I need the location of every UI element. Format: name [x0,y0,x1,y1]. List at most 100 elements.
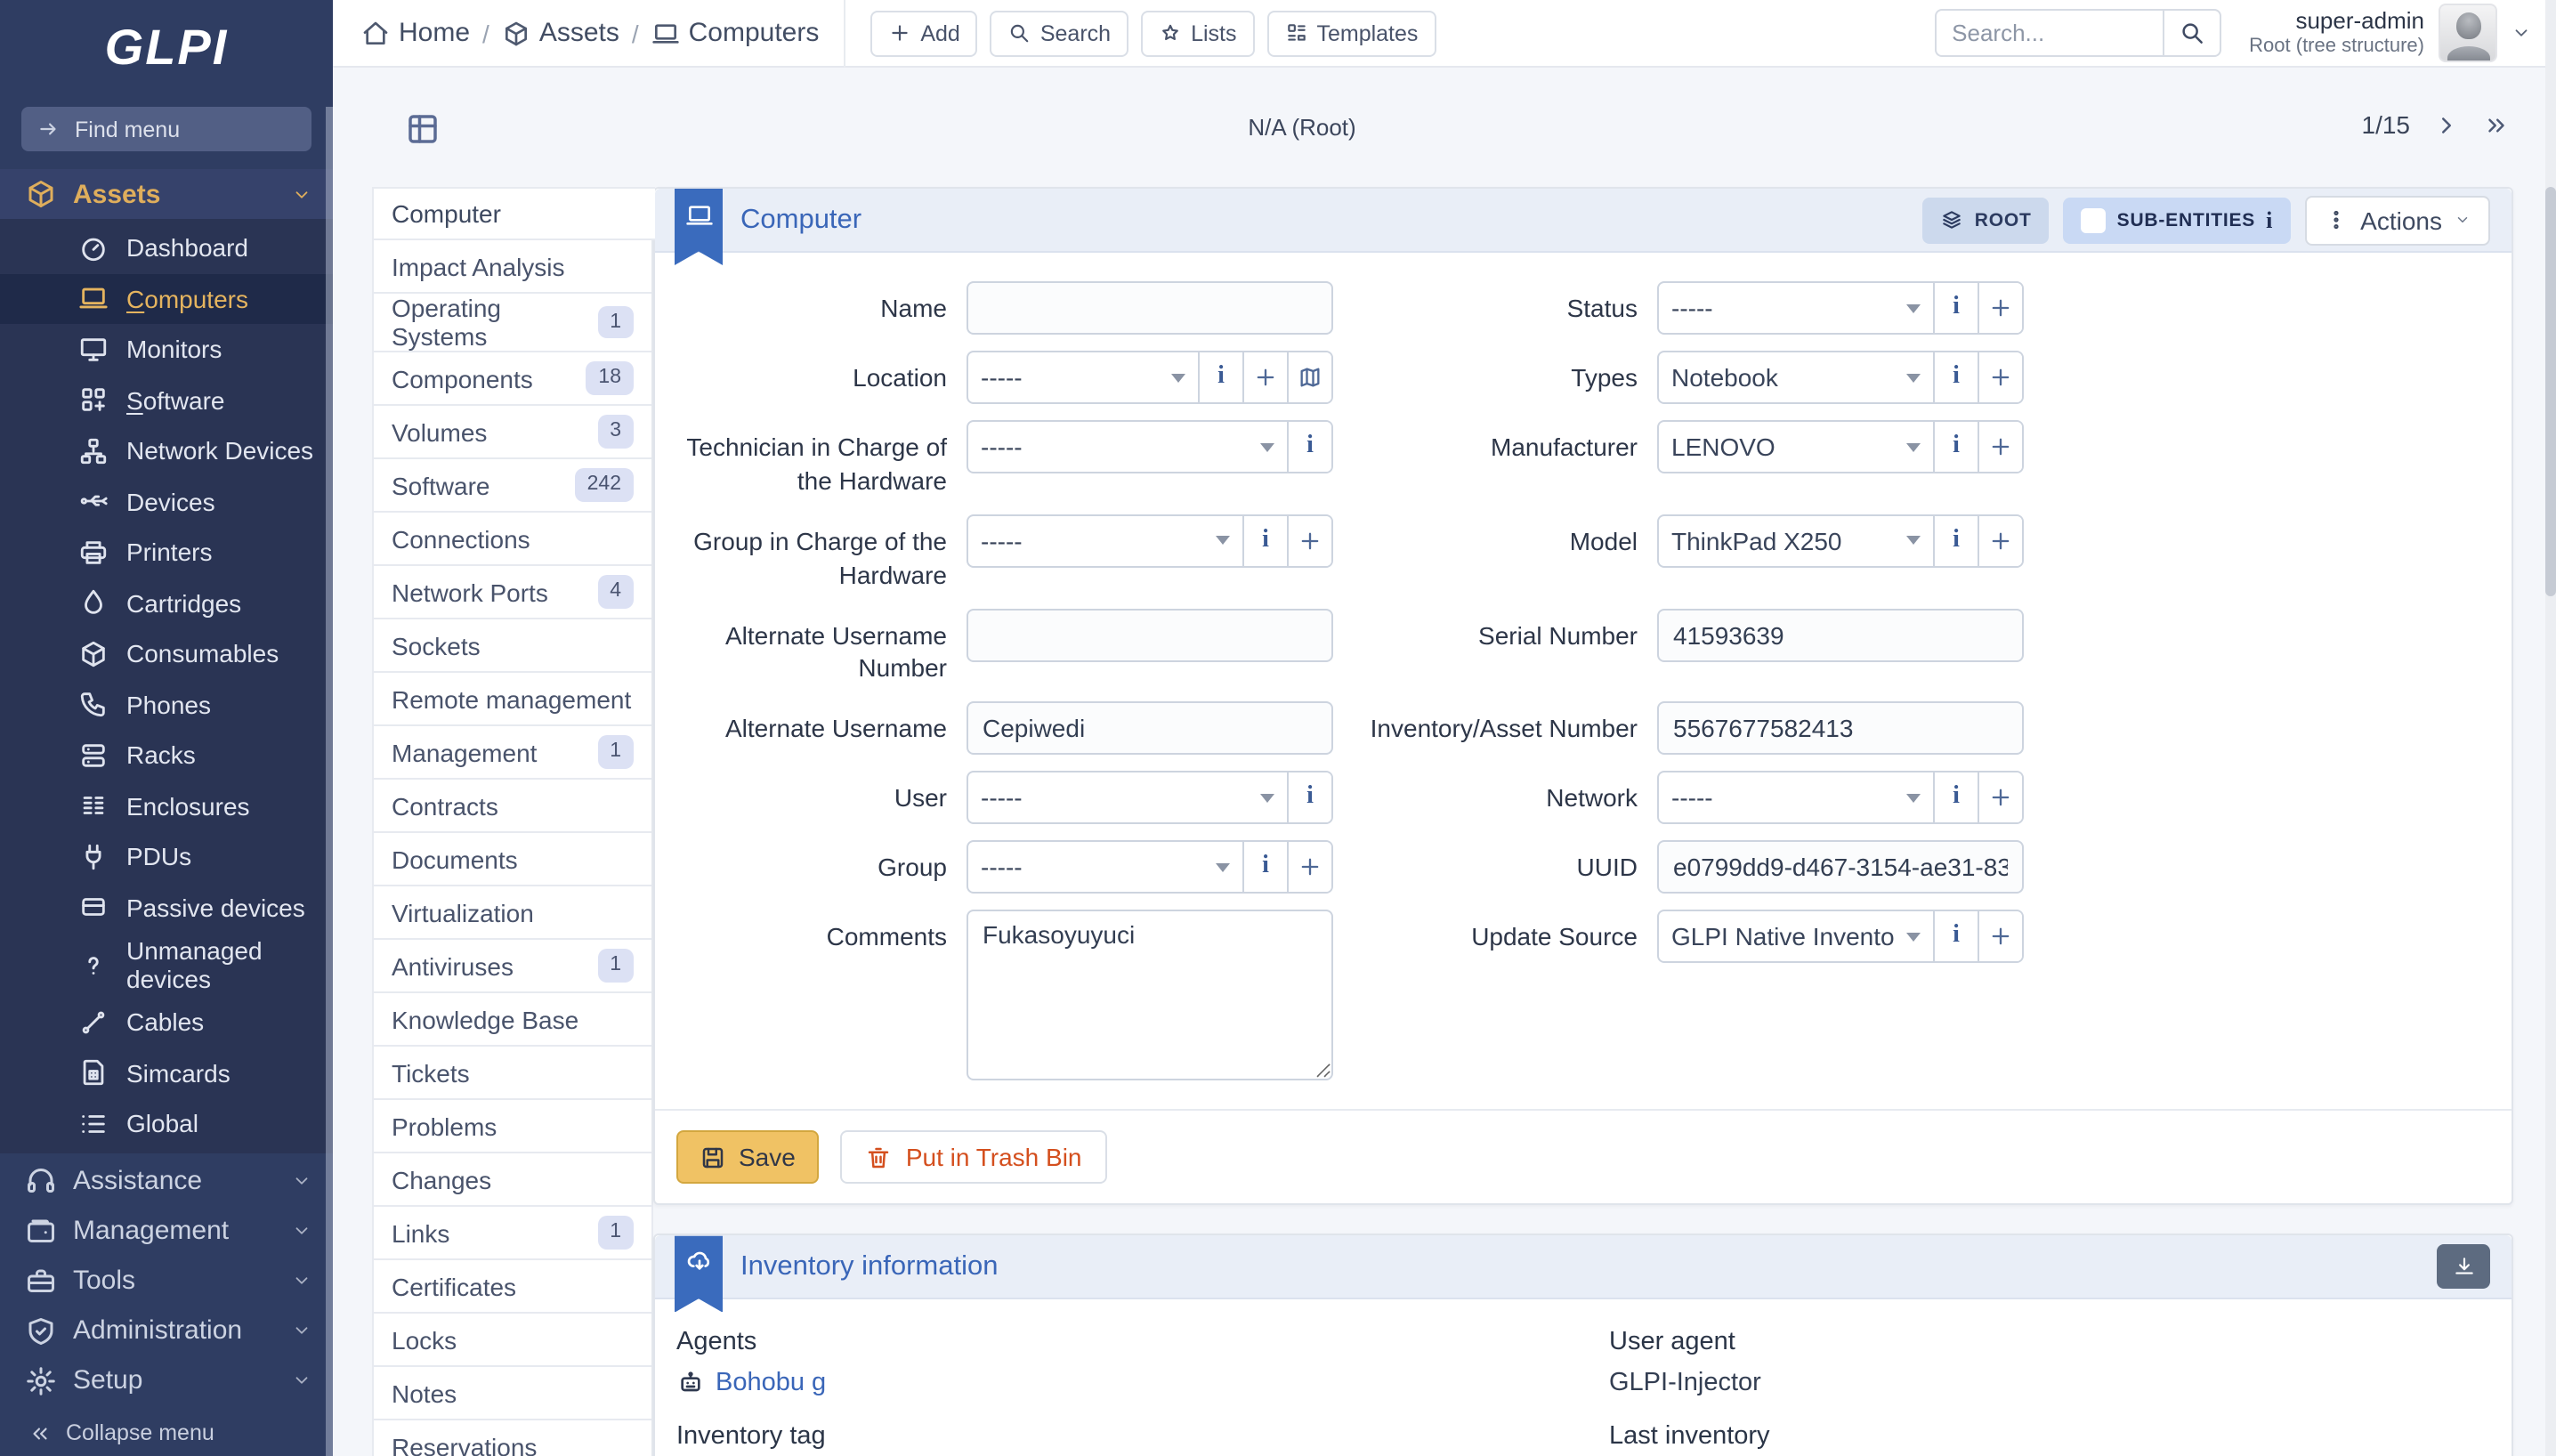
tab-antiviruses[interactable]: Antiviruses1 [372,940,653,993]
tab-knowledge-base[interactable]: Knowledge Base [372,993,653,1047]
sub-entities-toggle[interactable]: SUB-ENTITIES i [2064,197,2292,243]
sidebar-section-assistance[interactable]: Assistance [0,1156,333,1206]
sidebar-item-phones[interactable]: Phones [0,679,333,730]
types-info-button[interactable]: i [1933,352,1978,402]
lists-button[interactable]: Lists [1141,10,1254,56]
actions-button[interactable]: Actions [2305,195,2490,245]
alternate-username-number-input[interactable] [967,608,1333,661]
tab-software[interactable]: Software242 [372,459,653,513]
templates-button[interactable]: Templates [1266,10,1436,56]
root-badge[interactable]: ROOT [1923,197,2050,243]
technician-in-charge-of-the-hardware-info-button[interactable]: i [1287,422,1331,472]
sidebar-item-software[interactable]: Software [0,375,333,425]
group-select-value[interactable]: ----- [968,843,1242,893]
status-info-button[interactable]: i [1933,283,1978,333]
tab-components[interactable]: Components18 [372,352,653,406]
sidebar-item-printers[interactable]: Printers [0,527,333,578]
find-menu-button[interactable]: Find menu [21,107,311,151]
breadcrumb-assets[interactable]: Assets [502,18,619,48]
sidebar-item-devices[interactable]: Devices [0,476,333,527]
uuid-input[interactable] [1657,841,2024,894]
group-add-button[interactable] [1287,843,1331,893]
network-add-button[interactable] [1978,773,2022,823]
sidebar-section-assets[interactable]: Assets [0,169,333,219]
update-source-info-button[interactable]: i [1933,912,1978,962]
sidebar-item-unmanaged-devices[interactable]: Unmanaged devices [0,933,333,997]
tab-links[interactable]: Links1 [372,1207,653,1260]
sidebar-item-dashboard[interactable]: Dashboard [0,222,333,273]
name-input[interactable] [967,281,1333,335]
group-in-charge-of-the-hardware-add-button[interactable] [1287,516,1331,566]
save-button[interactable]: Save [676,1131,819,1185]
user-menu[interactable]: super-admin Root (tree structure) [2249,4,2531,62]
tab-sockets[interactable]: Sockets [372,619,653,673]
status-add-button[interactable] [1978,283,2022,333]
inventory-asset-number-input[interactable] [1657,702,2024,756]
glpi-logo[interactable]: GLPI [0,0,333,96]
user-select-value[interactable]: ----- [968,773,1287,823]
next-record-icon[interactable] [2433,111,2460,138]
sidebar-section-administration[interactable]: Administration [0,1306,333,1355]
sidebar-section-setup[interactable]: Setup [0,1355,333,1405]
group-in-charge-of-the-hardware-select-value[interactable]: ----- [968,516,1242,566]
collapse-menu-button[interactable]: Collapse menu [0,1417,333,1456]
tab-computer[interactable]: Computer [372,187,655,240]
download-inventory-button[interactable] [2437,1245,2490,1290]
global-search-button[interactable] [2162,9,2220,57]
types-add-button[interactable] [1978,352,2022,402]
sidebar-item-passive-devices[interactable]: Passive devices [0,882,333,933]
network-select-value[interactable]: ----- [1659,773,1933,823]
serial-number-input[interactable] [1657,608,2024,661]
tab-operating-systems[interactable]: Operating Systems1 [372,294,653,352]
tab-changes[interactable]: Changes [372,1153,653,1207]
add-button[interactable]: Add [870,10,978,56]
location-add-button[interactable] [1242,352,1287,402]
sidebar-section-management[interactable]: Management [0,1206,333,1256]
page-scrollbar[interactable] [2545,0,2556,1456]
location-map-button[interactable] [1287,352,1331,402]
sidebar-item-enclosures[interactable]: Enclosures [0,781,333,831]
tab-virtualization[interactable]: Virtualization [372,886,653,940]
entity-selector[interactable]: N/A (Root) [333,114,2271,141]
sidebar-item-monitors[interactable]: Monitors [0,324,333,375]
sidebar-scrollbar[interactable] [326,107,333,1456]
sidebar-item-cartridges[interactable]: Cartridges [0,578,333,628]
status-select-value[interactable]: ----- [1659,283,1933,333]
agent-link[interactable]: Bohobu g [676,1370,1609,1398]
tab-impact-analysis[interactable]: Impact Analysis [372,240,653,294]
update-source-select-value[interactable]: GLPI Native Inventory [1659,912,1933,962]
sidebar-item-consumables[interactable]: Consumables [0,628,333,679]
page-scrollbar-thumb[interactable] [2545,187,2556,596]
manufacturer-select-value[interactable]: LENOVO [1659,422,1933,472]
types-select-value[interactable]: Notebook [1659,352,1933,402]
sub-entities-checkbox[interactable] [2082,207,2107,232]
comments-textarea[interactable] [967,910,1333,1081]
sidebar-item-racks[interactable]: Racks [0,730,333,781]
tab-volumes[interactable]: Volumes3 [372,406,653,459]
global-search-input[interactable] [1934,9,2162,57]
search-button[interactable]: Search [991,10,1128,56]
update-source-add-button[interactable] [1978,912,2022,962]
tab-locks[interactable]: Locks [372,1314,653,1367]
tab-notes[interactable]: Notes [372,1367,653,1420]
tab-problems[interactable]: Problems [372,1100,653,1153]
group-in-charge-of-the-hardware-info-button[interactable]: i [1242,516,1287,566]
sidebar-item-network-devices[interactable]: Network Devices [0,425,333,476]
location-select-value[interactable]: ----- [968,352,1198,402]
tab-management[interactable]: Management1 [372,726,653,780]
model-add-button[interactable] [1978,516,2022,566]
tab-remote-management[interactable]: Remote management [372,673,653,726]
sidebar-section-tools[interactable]: Tools [0,1256,333,1306]
breadcrumb-computers[interactable]: Computers [651,18,820,48]
sidebar-item-computers[interactable]: Computers [0,273,333,324]
tab-documents[interactable]: Documents [372,833,653,886]
sidebar-item-pdus[interactable]: PDUs [0,831,333,882]
model-select-value[interactable]: ThinkPad X250 [1659,516,1933,566]
tab-connections[interactable]: Connections [372,513,653,566]
location-info-button[interactable]: i [1198,352,1242,402]
trash-button[interactable]: Put in Trash Bin [840,1131,1107,1185]
tab-contracts[interactable]: Contracts [372,780,653,833]
alternate-username-input[interactable] [967,702,1333,756]
group-info-button[interactable]: i [1242,843,1287,893]
breadcrumb-home[interactable]: Home [361,18,470,48]
